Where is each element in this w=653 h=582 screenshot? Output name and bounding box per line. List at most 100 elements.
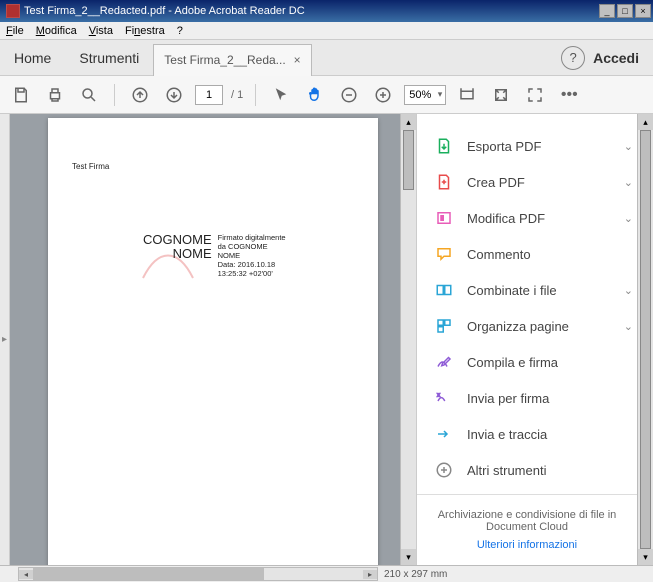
menu-view[interactable]: Vista <box>89 25 113 37</box>
tab-close-icon[interactable]: × <box>294 53 301 67</box>
scroll-down-icon[interactable]: ▾ <box>638 549 653 565</box>
comment-icon <box>433 244 455 264</box>
sig-name-line2: NOME <box>143 247 212 261</box>
tool-organize-pages[interactable]: Organizza pagine ⌄ <box>433 308 633 344</box>
zoom-in-icon[interactable] <box>370 82 396 108</box>
scroll-up-icon[interactable]: ▴ <box>401 114 416 130</box>
hscroll-thumb[interactable] <box>33 568 264 580</box>
scroll-right-icon[interactable]: ▸ <box>363 570 377 579</box>
scroll-thumb[interactable] <box>640 130 651 549</box>
next-page-icon[interactable] <box>161 82 187 108</box>
chevron-down-icon: ⌄ <box>624 176 633 189</box>
horizontal-scrollbar[interactable]: ◂ ▸ <box>18 567 378 581</box>
help-icon[interactable]: ? <box>561 46 585 70</box>
menu-edit[interactable]: Modifica <box>36 25 77 37</box>
tools-pane: Esporta PDF ⌄ Crea PDF ⌄ Modifica PDF ⌄ … <box>416 114 653 565</box>
zoom-out-icon[interactable] <box>336 82 362 108</box>
send-signature-icon: x <box>433 388 455 408</box>
tool-send-for-signature[interactable]: x Invia per firma <box>433 380 633 416</box>
tool-export-pdf[interactable]: Esporta PDF ⌄ <box>433 128 633 164</box>
chevron-down-icon: ⌄ <box>624 212 633 225</box>
menu-help[interactable]: ? <box>177 25 183 37</box>
cloud-info-link[interactable]: Ulteriori informazioni <box>437 539 617 551</box>
select-tool-icon[interactable] <box>268 82 294 108</box>
cloud-info-block: Archiviazione e condivisione di file in … <box>417 494 637 565</box>
fill-sign-icon <box>433 352 455 372</box>
page-total-label: / 1 <box>231 89 243 101</box>
chevron-down-icon: ⌄ <box>624 320 633 333</box>
scroll-left-icon[interactable]: ◂ <box>19 570 33 579</box>
tab-tools[interactable]: Strumenti <box>65 50 153 66</box>
page-dimensions-label: 210 x 297 mm <box>384 569 447 580</box>
search-icon[interactable] <box>76 82 102 108</box>
signature-details: Firmato digitalmente da COGNOME NOME Dat… <box>218 233 286 278</box>
scroll-up-icon[interactable]: ▴ <box>638 114 653 130</box>
tab-document[interactable]: Test Firma_2__Reda... × <box>153 44 311 76</box>
edit-pdf-icon <box>433 208 455 228</box>
left-pane-toggle[interactable]: ▸ <box>0 114 10 565</box>
tool-list: Esporta PDF ⌄ Crea PDF ⌄ Modifica PDF ⌄ … <box>417 114 653 494</box>
tool-comment[interactable]: Commento <box>433 236 633 272</box>
statusbar: ◂ ▸ 210 x 297 mm <box>0 565 653 582</box>
page-number-input[interactable] <box>195 85 223 105</box>
tool-label: Invia e traccia <box>467 427 547 442</box>
signature-name: COGNOME NOME <box>143 233 212 262</box>
tool-combine-files[interactable]: Combinate i file ⌄ <box>433 272 633 308</box>
tool-label: Combinate i file <box>467 283 557 298</box>
document-viewport[interactable]: Test Firma COGNOME NOME Firmato digitalm… <box>10 114 416 565</box>
doc-title-text: Test Firma <box>72 162 109 171</box>
fit-width-icon[interactable] <box>454 82 480 108</box>
tools-vertical-scrollbar[interactable]: ▴ ▾ <box>637 114 653 565</box>
sig-name-line1: COGNOME <box>143 233 212 247</box>
window-title: Test Firma_2__Redacted.pdf - Adobe Acrob… <box>24 5 599 17</box>
chevron-right-icon: ▸ <box>2 334 7 345</box>
page-canvas: Test Firma COGNOME NOME Firmato digitalm… <box>48 118 378 565</box>
menu-file[interactable]: File <box>6 25 24 37</box>
export-pdf-icon <box>433 136 455 156</box>
fit-page-icon[interactable] <box>488 82 514 108</box>
organize-pages-icon <box>433 316 455 336</box>
close-button[interactable]: × <box>635 4 651 18</box>
window-titlebar: Test Firma_2__Redacted.pdf - Adobe Acrob… <box>0 0 653 22</box>
tab-document-label: Test Firma_2__Reda... <box>164 53 285 67</box>
menubar: File Modifica Vista Finestra ? <box>0 22 653 40</box>
more-tools-plus-icon <box>433 460 455 480</box>
tool-label: Commento <box>467 247 531 262</box>
hand-tool-icon[interactable] <box>302 82 328 108</box>
zoom-value: 50% <box>409 89 431 101</box>
chevron-down-icon: ⌄ <box>624 284 633 297</box>
save-icon[interactable] <box>8 82 34 108</box>
tab-row: Home Strumenti Test Firma_2__Reda... × ?… <box>0 40 653 76</box>
tool-edit-pdf[interactable]: Modifica PDF ⌄ <box>433 200 633 236</box>
scroll-thumb[interactable] <box>403 130 414 190</box>
maximize-button[interactable]: □ <box>617 4 633 18</box>
signin-link[interactable]: Accedi <box>593 50 639 66</box>
tab-home[interactable]: Home <box>0 50 65 66</box>
cloud-info-text: Archiviazione e condivisione di file in … <box>437 509 617 533</box>
tool-fill-sign[interactable]: Compila e firma <box>433 344 633 380</box>
fullscreen-icon[interactable] <box>522 82 548 108</box>
minimize-button[interactable]: _ <box>599 4 615 18</box>
zoom-select[interactable]: 50% <box>404 85 446 105</box>
tool-label: Altri strumenti <box>467 463 546 478</box>
tool-label: Crea PDF <box>467 175 525 190</box>
chevron-down-icon: ⌄ <box>624 140 633 153</box>
doc-vertical-scrollbar[interactable]: ▴ ▾ <box>400 114 416 565</box>
send-track-icon <box>433 424 455 444</box>
menu-window[interactable]: Finestra <box>125 25 165 37</box>
print-icon[interactable] <box>42 82 68 108</box>
prev-page-icon[interactable] <box>127 82 153 108</box>
signature-block: COGNOME NOME Firmato digitalmente da COG… <box>143 233 286 278</box>
tool-more-tools[interactable]: Altri strumenti <box>433 452 633 488</box>
tool-create-pdf[interactable]: Crea PDF ⌄ <box>433 164 633 200</box>
tool-label: Compila e firma <box>467 355 558 370</box>
tool-label: Invia per firma <box>467 391 549 406</box>
more-tools-icon[interactable]: ••• <box>556 82 582 108</box>
tool-label: Organizza pagine <box>467 319 569 334</box>
tool-label: Modifica PDF <box>467 211 545 226</box>
svg-text:x: x <box>437 393 440 399</box>
tool-send-track[interactable]: Invia e traccia <box>433 416 633 452</box>
app-icon <box>6 4 20 18</box>
combine-files-icon <box>433 280 455 300</box>
scroll-down-icon[interactable]: ▾ <box>401 549 416 565</box>
